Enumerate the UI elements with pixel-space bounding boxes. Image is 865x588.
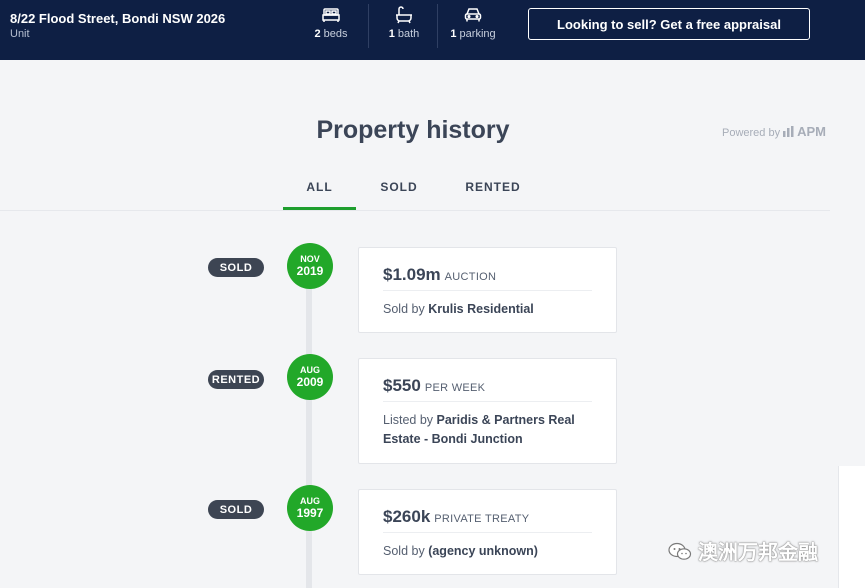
sale-method: PER WEEK [424, 382, 486, 394]
bed-icon [322, 8, 340, 22]
by-prefix: Sold by [383, 544, 425, 558]
agency-link[interactable]: Krulis Residential [428, 302, 534, 316]
beds-count: 2 [314, 28, 321, 40]
price: $1.09m [383, 265, 441, 284]
date-circle: NOV 2019 [287, 243, 333, 289]
bath-icon [396, 6, 412, 24]
free-appraisal-button[interactable]: Looking to sell? Get a free appraisal [528, 8, 810, 40]
side-panel-edge [838, 466, 865, 588]
date-year: 2019 [296, 264, 324, 278]
apm-logo-icon [783, 126, 794, 137]
parking-label: parking [459, 28, 496, 40]
by-prefix: Listed by [383, 413, 434, 427]
property-address: 8/22 Flood Street, Bondi NSW 2026 [10, 11, 226, 26]
watermark-text: 澳洲万邦金融 [698, 542, 818, 564]
date-month: NOV [300, 254, 320, 264]
property-header: 8/22 Flood Street, Bondi NSW 2026 Unit 2… [0, 0, 865, 60]
beds-label: beds [323, 28, 348, 40]
bath-feature: 1 bath [369, 6, 439, 40]
beds-feature: 2 beds [296, 6, 366, 40]
car-icon [464, 8, 482, 22]
powered-by-text: Powered by [722, 127, 781, 139]
status-badge: SOLD [208, 258, 264, 277]
date-year: 2009 [296, 375, 324, 389]
card-divider [383, 290, 592, 291]
date-month: AUG [300, 496, 320, 506]
card-divider [383, 532, 592, 533]
bath-count: 1 [388, 28, 395, 40]
wechat-icon [668, 542, 692, 560]
history-card: $550 PER WEEK Listed by Paridis & Partner… [358, 358, 617, 464]
agency-link[interactable]: (agency unknown) [428, 544, 538, 558]
date-month: AUG [300, 365, 320, 375]
date-circle: AUG 1997 [287, 485, 333, 531]
powered-by-apm[interactable]: Powered by APM [722, 124, 826, 139]
timeline-line [306, 286, 312, 588]
price: $260k [383, 507, 431, 526]
bath-label: bath [397, 28, 420, 40]
tabs-divider [0, 210, 830, 211]
tab-sold[interactable]: SOLD [370, 179, 428, 209]
tab-rented[interactable]: RENTED [458, 179, 528, 209]
section-title: Property history [316, 116, 510, 144]
apm-brand: APM [797, 124, 826, 139]
sale-method: AUCTION [444, 271, 497, 283]
watermark: 澳洲万邦金融 [668, 536, 818, 565]
by-prefix: Sold by [383, 302, 425, 316]
date-year: 1997 [296, 506, 324, 520]
history-card: $260k PRIVATE TREATY Sold by (agency unkn… [358, 489, 617, 575]
property-type: Unit [10, 28, 30, 40]
tab-all[interactable]: ALL [283, 179, 356, 210]
date-circle: AUG 2009 [287, 354, 333, 400]
parking-count: 1 [450, 28, 457, 40]
parking-feature: 1 parking [438, 6, 508, 40]
sale-method: PRIVATE TREATY [434, 513, 530, 525]
history-card: $1.09m AUCTION Sold by Krulis Residential [358, 247, 617, 333]
status-badge: RENTED [208, 370, 264, 389]
price: $550 [383, 376, 421, 395]
card-divider [383, 401, 592, 402]
status-badge: SOLD [208, 500, 264, 519]
